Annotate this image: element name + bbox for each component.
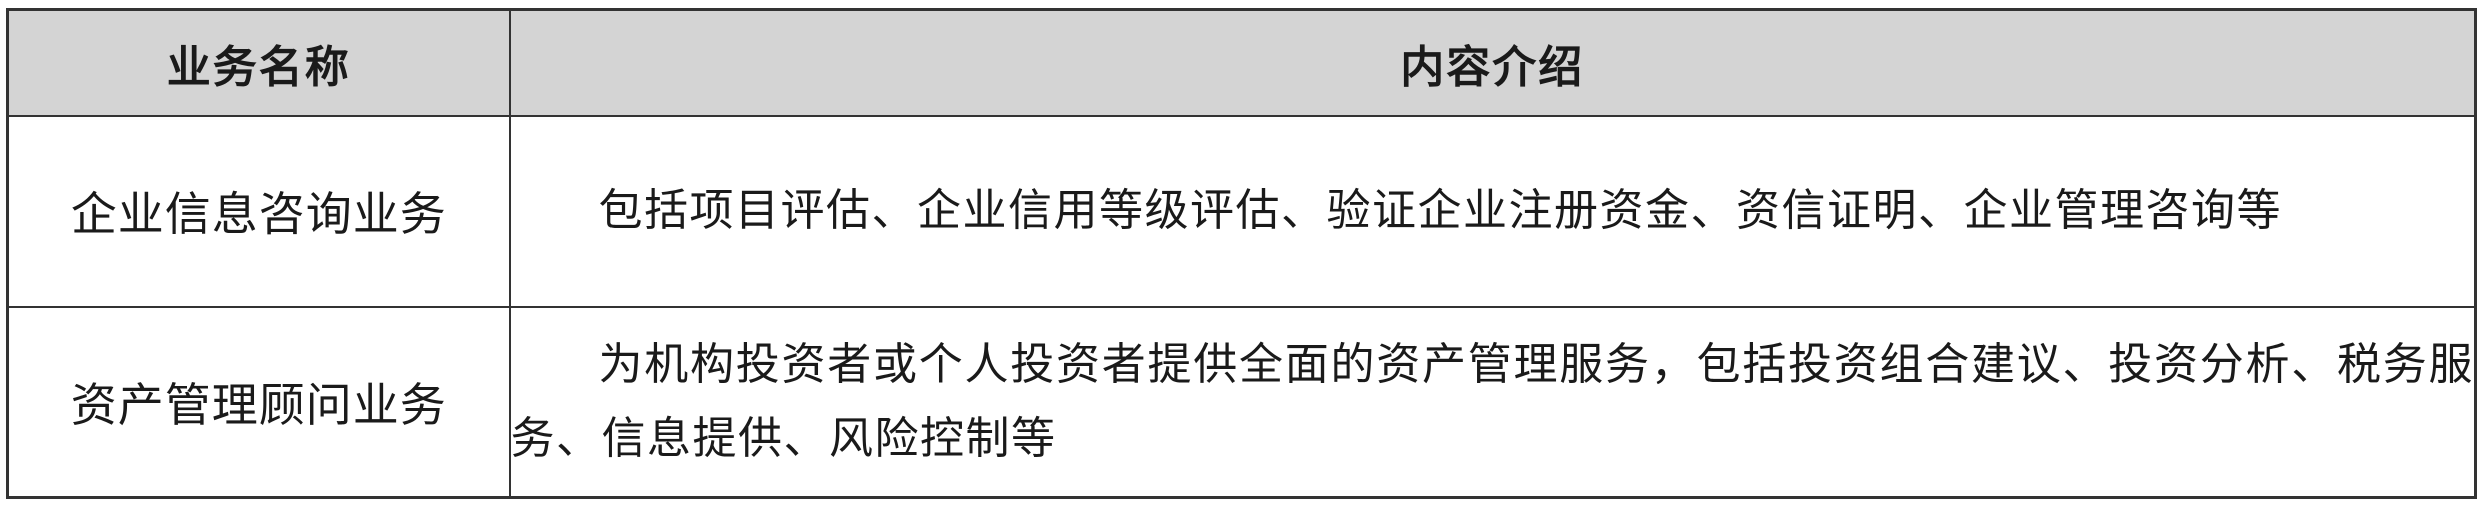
table-row: 资产管理顾问业务 为机构投资者或个人投资者提供全面的资产管理服务，包括投资组合建… (6, 305, 2477, 499)
business-description-cell: 包括项目评估、企业信用等级评估、验证企业注册资金、资信证明、企业管理咨询等 (508, 114, 2477, 308)
header-business-name: 业务名称 (6, 8, 511, 117)
business-name-cell: 资产管理顾问业务 (6, 305, 511, 499)
header-content-description: 内容介绍 (508, 8, 2477, 117)
table-row: 企业信息咨询业务 包括项目评估、企业信用等级评估、验证企业注册资金、资信证明、企… (6, 114, 2477, 308)
business-name-cell: 企业信息咨询业务 (6, 114, 511, 308)
business-table: 业务名称 内容介绍 企业信息咨询业务 包括项目评估、企业信用等级评估、验证企业注… (6, 8, 2477, 499)
business-description-cell: 为机构投资者或个人投资者提供全面的资产管理服务，包括投资组合建议、投资分析、税务… (508, 305, 2477, 499)
table-header-row: 业务名称 内容介绍 (6, 8, 2477, 117)
